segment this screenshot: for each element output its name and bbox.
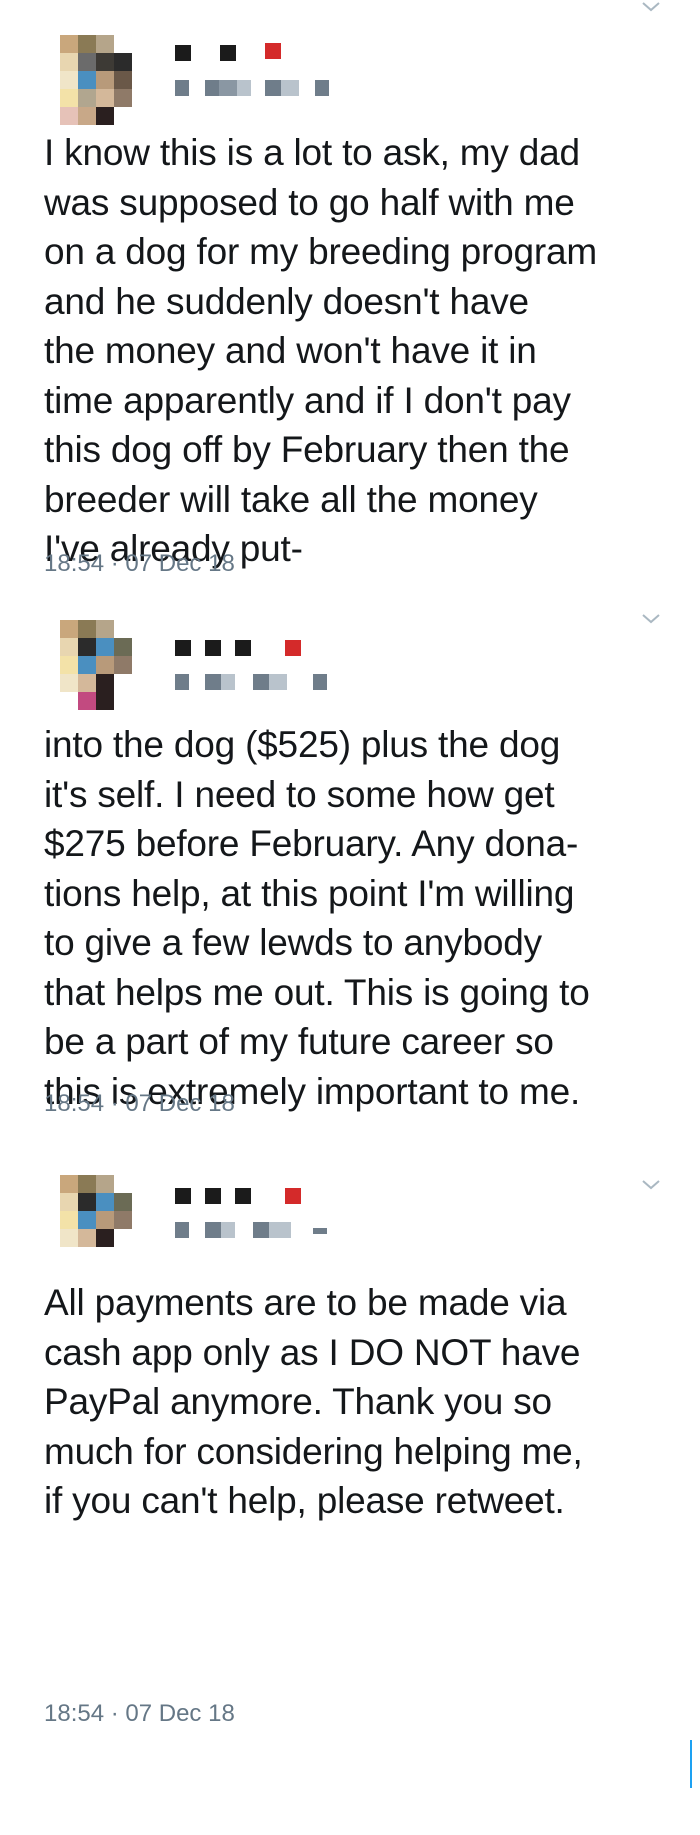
tweet-text: into the dog ($525) plus the dog it's se… (44, 724, 590, 1112)
chevron-down-icon[interactable] (640, 0, 662, 14)
avatar[interactable] (60, 620, 170, 730)
tweet-text: All payments are to be made via cash app… (44, 1282, 583, 1521)
tweet-text: I know this is a lot to ask, my dad was … (44, 132, 598, 569)
scroll-indicator (690, 1740, 692, 1788)
chevron-down-icon[interactable] (640, 1178, 662, 1192)
tweet-timestamp[interactable]: 18:54 · 07 Dec 18 (44, 550, 235, 578)
chevron-down-icon[interactable] (640, 612, 662, 626)
tweet-timestamp[interactable]: 18:54 · 07 Dec 18 (44, 1090, 235, 1118)
avatar[interactable] (60, 1175, 170, 1285)
tweet-timestamp[interactable]: 18:54 · 07 Dec 18 (44, 1700, 235, 1728)
